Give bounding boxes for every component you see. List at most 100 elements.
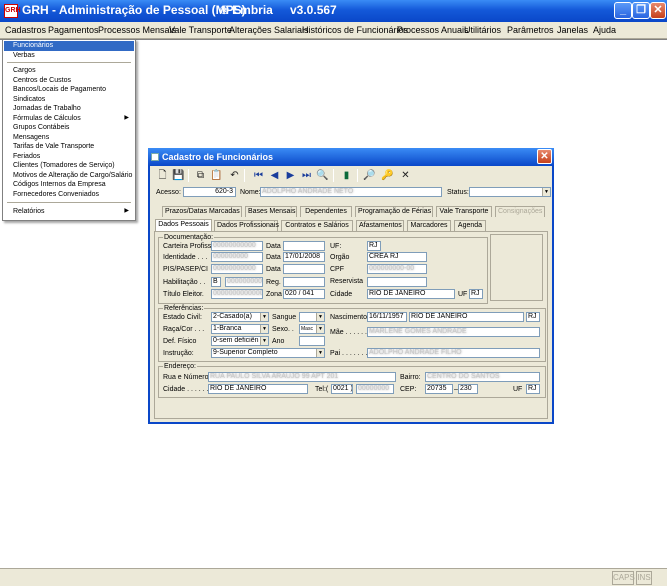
menu-item-clientes[interactable]: Clientes (Tomadores de Serviço) [4,161,134,171]
sangue-select[interactable]: ▼ [299,312,325,322]
menu-item-mensagens[interactable]: Mensagens [4,133,134,143]
menu-item-feriados[interactable]: Feriados [4,152,134,162]
search-icon[interactable]: 🔎 [362,168,377,183]
tel-field[interactable]: 00000000 [356,384,394,394]
save-icon[interactable]: 💾 [171,168,186,183]
close-x-icon[interactable]: ✕ [398,168,413,183]
menu-parametros[interactable]: Parâmetros [507,25,554,35]
mae-field[interactable]: MARLENE GOMES ANDRADE [367,327,540,337]
menu-alteracoes-salariais[interactable]: Alterações Salariais [229,25,309,35]
ano-field[interactable] [299,336,325,346]
acesso-field[interactable]: 620-3 [183,187,236,197]
menu-item-jornadas[interactable]: Jornadas de Trabalho [4,104,134,114]
habilitacao-field[interactable]: 000000000 [225,277,263,287]
chevron-down-icon[interactable]: ▼ [260,325,268,333]
cep-field[interactable]: 20735 [425,384,453,394]
menu-item-fornecedores[interactable]: Fornecedores Conveniados [4,190,134,200]
menu-item-funcionarios[interactable]: Funcionários [4,41,134,51]
bairro-field[interactable]: CENTRO DO SANTOS [425,372,540,382]
menu-item-sindicatos[interactable]: Sindicatos [4,95,134,105]
naturalidade-uf-field[interactable]: RJ [526,312,540,322]
menu-historicos[interactable]: Históricos de Funcionários [302,25,408,35]
find-icon[interactable]: 🔍 [315,168,330,183]
chevron-down-icon[interactable]: ▼ [542,188,550,196]
cpf-field[interactable]: 000000000-00 [367,264,427,274]
identidade-field[interactable]: 000000000 [211,252,263,262]
tab-programacao-ferias[interactable]: Programação de Férias [355,206,433,217]
menu-item-cargos[interactable]: Cargos [4,66,134,76]
undo-icon[interactable]: ↶ [227,168,242,183]
menu-item-bancos[interactable]: Bancos/Locais de Pagamento [4,85,134,95]
pai-field[interactable]: ADOLPHO ANDRADE FILHO [367,348,540,358]
uf-endereco-field[interactable]: RJ [526,384,540,394]
close-button[interactable]: ✕ [650,2,666,19]
cidade-field[interactable]: RIO DE JANEIRO [208,384,308,394]
chevron-down-icon[interactable]: ▼ [316,349,324,357]
tab-afastamentos[interactable]: Afastamentos [356,220,404,231]
dialog-close-button[interactable]: ✕ [537,149,552,164]
book-icon[interactable]: ▮ [339,168,354,183]
restore-button[interactable]: ❐ [632,2,650,19]
cidade-eleitor-field[interactable]: RIO DE JANEIRO [367,289,455,299]
chevron-down-icon[interactable]: ▼ [316,325,324,333]
menu-janelas[interactable]: Janelas [557,25,588,35]
tab-dados-pessoais[interactable]: Dados Pessoais [155,219,212,231]
tab-bases-mensais[interactable]: Bases Mensais [245,206,297,217]
tab-marcadores[interactable]: Marcadores [407,220,451,231]
next-record-icon[interactable]: ▶ [283,168,298,183]
nome-field[interactable]: ADOLPHO ANDRADE NETO [260,187,442,197]
carteira-data-field[interactable] [283,241,325,251]
sexo-select[interactable]: Masc ▼ [299,324,325,334]
carteira-field[interactable]: 00000000000 [211,241,263,251]
reservista-field[interactable] [367,277,427,287]
paste-icon[interactable]: 📋 [209,168,224,183]
prev-record-icon[interactable]: ◀ [267,168,282,183]
naturalidade-field[interactable]: RIO DE JANEIRO [409,312,524,322]
menu-item-formulas[interactable]: Fórmulas de Cálculos ▶ [4,114,134,124]
rua-field[interactable]: RUA PAULO SILVA ARAUJO 99 APT 201 [208,372,396,382]
chevron-down-icon[interactable]: ▼ [316,313,324,321]
habilitacao-categoria-field[interactable]: B [211,277,221,287]
tab-prazos-datas[interactable]: Prazos/Datas Marcadas [162,206,242,217]
nascimento-field[interactable]: 16/11/1957 [367,312,407,322]
estado-civil-select[interactable]: 2-Casado(a) ▼ [211,312,269,322]
titulo-eleitor-field[interactable]: 0000000000000 [211,289,263,299]
orgao-field[interactable]: CREA RJ [367,252,427,262]
instrucao-select[interactable]: 9-Superior Completo ▼ [211,348,325,358]
tel-ddd-field[interactable]: 0021 ) [331,384,353,394]
menu-item-codigos[interactable]: Códigos Internos da Empresa [4,180,134,190]
copy-icon[interactable]: ⧉ [193,168,208,183]
last-record-icon[interactable]: ⏭ [299,168,314,183]
tab-vale-transporte[interactable]: Vale Transporte [436,206,492,217]
pis-field[interactable]: 00000000000 [211,264,263,274]
cep-suffix-field[interactable]: 230 [458,384,478,394]
raca-select[interactable]: 1-Branca ▼ [211,324,269,334]
identidade-data-field[interactable]: 17/01/2008 [283,252,325,262]
menu-item-tarifas[interactable]: Tarifas de Vale Transporte [4,142,134,152]
menu-cadastros[interactable]: Cadastros [5,25,46,35]
status-select[interactable]: ▼ [469,187,551,197]
menu-processos-mensais[interactable]: Processos Mensais [98,25,176,35]
employee-photo[interactable] [490,234,543,301]
tab-contratos-salarios[interactable]: Contratos e Salários [281,220,353,231]
key-icon[interactable]: 🔑 [380,168,395,183]
menu-item-relatorios[interactable]: Relatórios ▶ [4,207,134,217]
def-fisico-select[interactable]: 0-sem deficiên ▼ [211,336,269,346]
uf-field[interactable]: RJ [367,241,381,251]
chevron-down-icon[interactable]: ▼ [260,313,268,321]
reg-field[interactable] [283,277,325,287]
tab-dados-profissionais[interactable]: Dados Profissionais [214,220,279,231]
menu-item-verbas[interactable]: Verbas [4,51,134,61]
menu-item-centros-custos[interactable]: Centros de Custos [4,76,134,86]
new-icon[interactable]: 🗋 [155,168,170,183]
menu-processos-anuais[interactable]: Processos Anuais [397,25,469,35]
menu-vale-transporte[interactable]: Vale Transporte [169,25,232,35]
menu-ajuda[interactable]: Ajuda [593,25,616,35]
tab-agenda[interactable]: Agenda [454,220,486,231]
minimize-button[interactable]: _ [614,2,632,19]
uf-eleitor-field[interactable]: RJ [469,289,483,299]
chevron-down-icon[interactable]: ▼ [260,337,268,345]
menu-item-motivos[interactable]: Motivos de Alteração de Cargo/Salário [4,171,134,181]
menu-utilitarios[interactable]: Utilitários [464,25,501,35]
pis-data-field[interactable] [283,264,325,274]
